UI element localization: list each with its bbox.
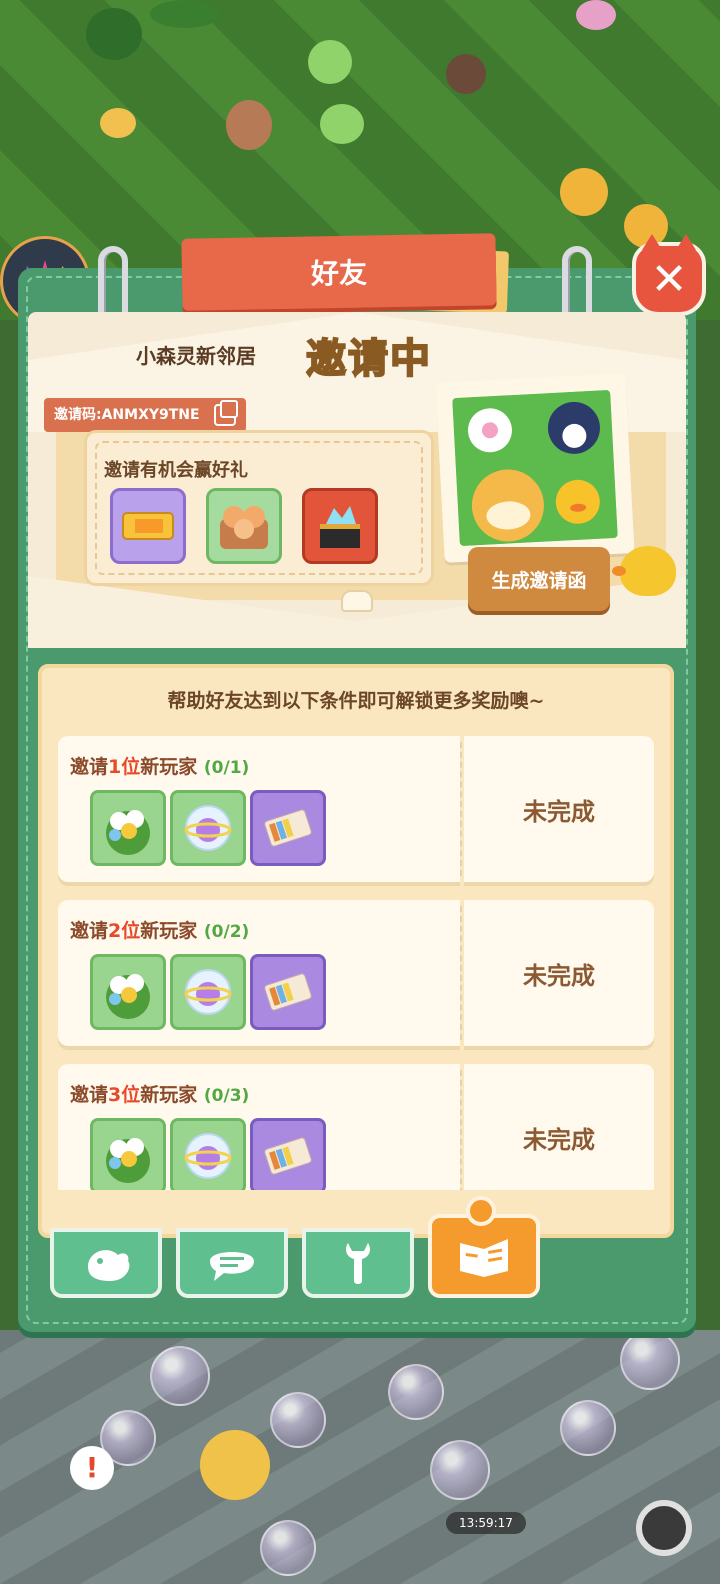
task-progress: (0/2) (203, 922, 250, 942)
generate-invitation-button[interactable]: 生成邀请函 (468, 547, 610, 611)
tab-chat[interactable] (176, 1228, 288, 1298)
tab-tools[interactable] (302, 1228, 414, 1298)
task-title: 邀请1位新玩家 (0/1) (70, 756, 250, 778)
tab-friends[interactable] (50, 1228, 162, 1298)
gift-label: 邀请有机会赢好礼 (104, 460, 248, 481)
task-status-cell: 未完成 (464, 736, 654, 882)
task-card: 未完成 邀请2位新玩家 (0/2) (54, 900, 658, 1048)
bubble-decoration (560, 1400, 616, 1456)
bear-decoration (446, 54, 486, 94)
task-card: 未完成 邀请1位新玩家 (0/1) (54, 736, 658, 884)
task-status: 未完成 (523, 961, 595, 990)
ckt-ticket-icon[interactable] (250, 954, 326, 1030)
bubble-decoration (150, 1346, 210, 1406)
timer-badge: 13:59:17 (446, 1512, 526, 1534)
task-progress: (0/3) (203, 1086, 250, 1106)
invite-code-text: 邀请码:ANMXY9TNE (54, 407, 200, 423)
bubble-decoration (260, 1520, 316, 1576)
panel-title-text: 好友 (310, 256, 368, 291)
mushroom-decoration (100, 108, 136, 138)
book-tab-icon (460, 1239, 508, 1277)
flower-bush-icon[interactable] (90, 790, 166, 866)
sunflower-decoration (560, 168, 608, 216)
alert-icon[interactable]: ! (70, 1446, 114, 1490)
chick-mascot-icon (612, 546, 676, 596)
bush-decoration (150, 0, 220, 28)
flower-bush-icon[interactable] (90, 954, 166, 1030)
cat-plush-icon[interactable] (206, 488, 282, 564)
task-title: 邀请2位新玩家 (0/2) (70, 920, 250, 942)
flower-bush-icon[interactable] (90, 1118, 166, 1190)
gem-chest-icon[interactable] (302, 488, 378, 564)
chat-tab-icon (210, 1252, 254, 1281)
reward-task-list[interactable]: 未完成 邀请1位新玩家 (0/1) 未完成 邀请2位新玩家 (0/2) 未完成 … (54, 734, 658, 1190)
bird-tab-icon (88, 1250, 130, 1281)
cat-seal-icon (341, 590, 373, 612)
planet-ball-icon[interactable] (170, 790, 246, 866)
invitation-stamp (435, 373, 635, 563)
task-status-cell: 未完成 (464, 900, 654, 1046)
inviting-status: 邀请中 (305, 335, 432, 383)
task-status: 未完成 (523, 797, 595, 826)
task-progress: (0/1) (203, 758, 250, 778)
animal-friends-illustration (452, 389, 618, 547)
panel-title: 好友 (181, 233, 497, 311)
tab-invite[interactable] (428, 1214, 540, 1298)
ckt-ticket-icon[interactable] (250, 1118, 326, 1190)
task-title: 邀请3位新玩家 (0/3) (70, 1084, 250, 1106)
copy-icon[interactable] (214, 400, 238, 426)
bubble-decoration (430, 1440, 490, 1500)
bubble-decoration (270, 1392, 326, 1448)
event-subtitle: 小森灵新邻居 (136, 344, 256, 368)
frog-decoration (320, 104, 364, 144)
character-decoration (226, 100, 272, 150)
candy-decoration (576, 0, 616, 30)
ckt-ticket-icon[interactable] (250, 790, 326, 866)
planet-ball-icon[interactable] (170, 954, 246, 1030)
wheel-decoration (636, 1500, 692, 1556)
bubble-decoration (620, 1330, 680, 1390)
task-status-cell: 未完成 (464, 1064, 654, 1190)
active-tab-pin (466, 1196, 496, 1226)
task-status: 未完成 (523, 1125, 595, 1154)
reward-list-header: 帮助好友达到以下条件即可解锁更多奖励噢~ (167, 690, 545, 712)
task-card: 未完成 邀请3位新玩家 (0/3) (54, 1064, 658, 1190)
bubble-decoration (388, 1364, 444, 1420)
wrench-tab-icon (346, 1243, 370, 1284)
planet-ball-icon[interactable] (170, 1118, 246, 1190)
close-button[interactable]: ✕ (632, 234, 706, 316)
ticket-icon[interactable] (110, 488, 186, 564)
close-icon: ✕ (650, 253, 688, 305)
bush-decoration (86, 8, 142, 60)
frog-decoration (308, 40, 352, 84)
lamp-decoration (200, 1430, 270, 1500)
